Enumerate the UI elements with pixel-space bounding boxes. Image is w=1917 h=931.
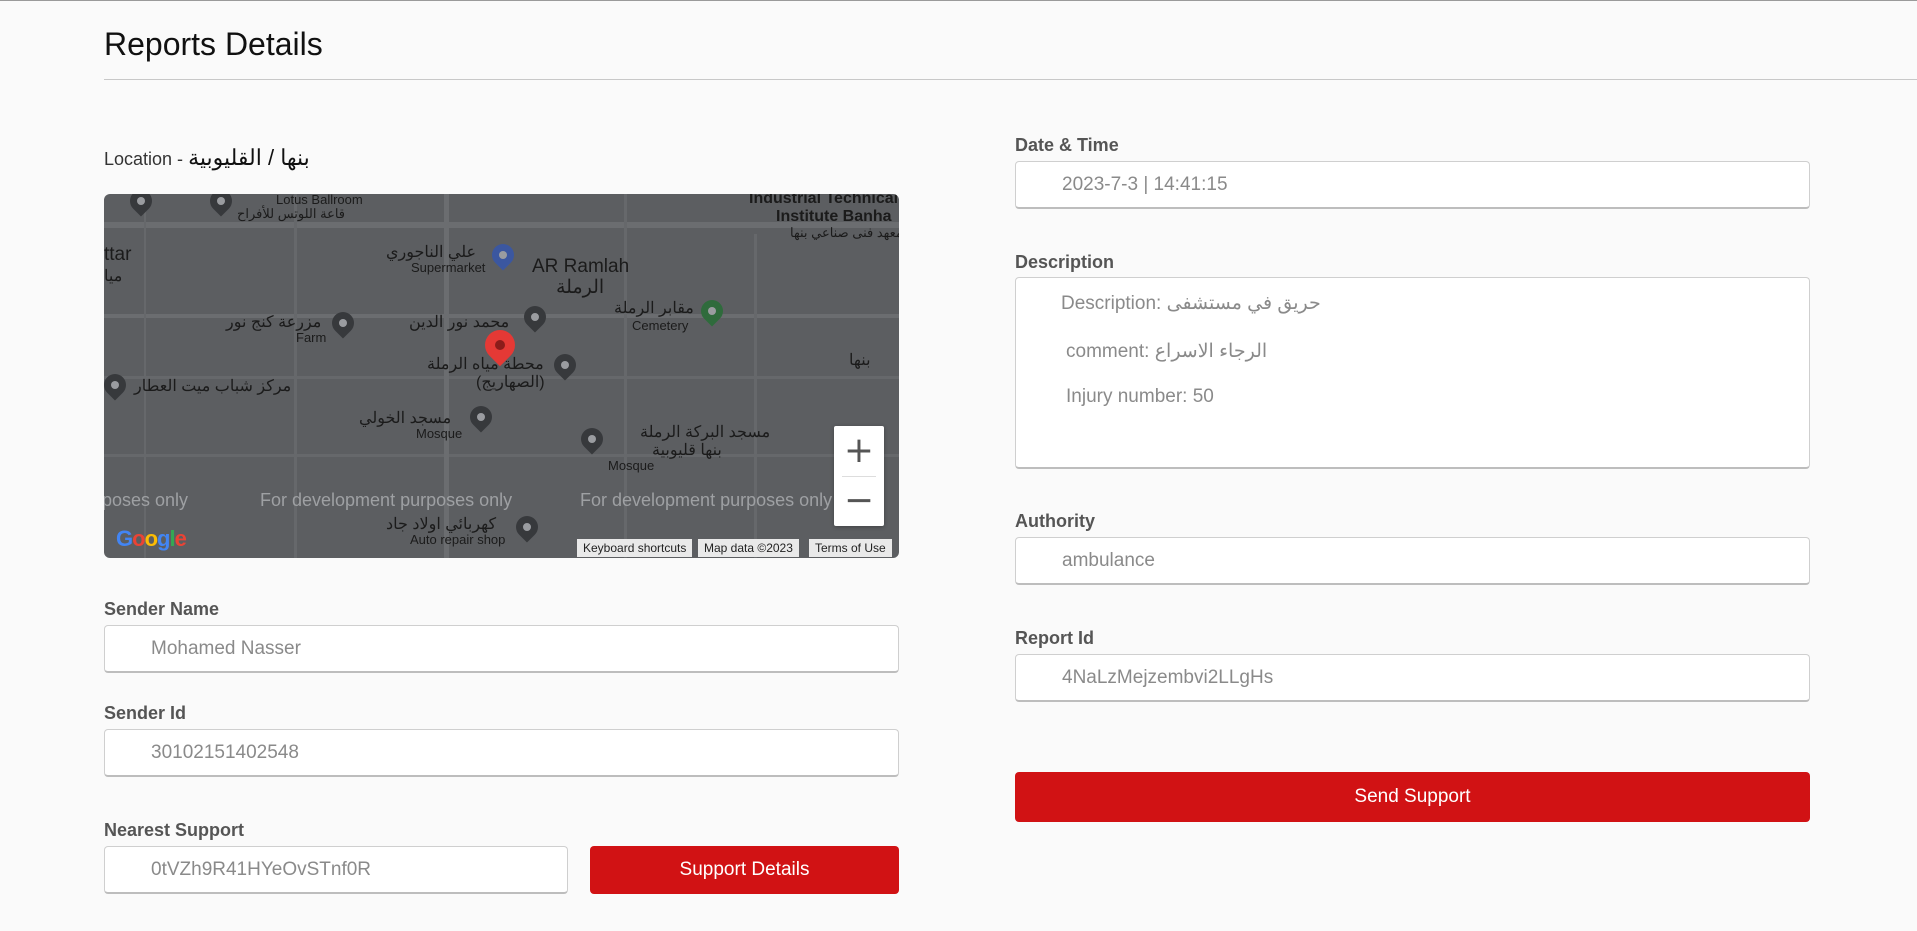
map-label: محطة مياه الرملة [427, 356, 544, 373]
map-label: مزرعة كنج نور [226, 314, 322, 331]
title-divider [104, 79, 1917, 80]
location-label: Location - بنها / القليوبية [104, 145, 310, 171]
map-label: Supermarket [411, 260, 486, 275]
map-label: مركز شباب ميت العطار [134, 378, 292, 395]
description-textarea[interactable]: Description: حريق في مستشفى comment: الر… [1015, 277, 1810, 469]
map-poi-icon [125, 194, 157, 217]
map-label: بنها [849, 352, 871, 369]
map-label: Auto repair shop [410, 532, 506, 547]
location-map[interactable]: Lotus Ballroom قاعة اللوتس للأفراح oli I… [104, 194, 899, 558]
top-divider [0, 0, 1917, 1]
map-poi-icon [511, 511, 543, 543]
map-label: علي الناجوري [386, 244, 477, 261]
keyboard-shortcuts-link[interactable]: Keyboard shortcuts [577, 539, 693, 557]
map-label: مقابر الرملة [614, 300, 694, 317]
map-label: معهد فنى صناعي بنها [790, 225, 899, 240]
location-prefix: Location - [104, 149, 189, 169]
google-logo-letter: e [174, 526, 187, 551]
map-watermark: For development purposes only [580, 490, 833, 510]
map-label: كهربائي اولاد جاد [386, 516, 497, 533]
map-label: مسجد الخولي [359, 410, 452, 427]
sender-id-label: Sender Id [104, 703, 187, 723]
map-label: Industrial Technical [749, 194, 899, 207]
report-id-field[interactable]: 4NaLzMejzembvi2LLgHs [1015, 654, 1810, 702]
map-label: ttar [104, 244, 132, 265]
support-details-button[interactable]: Support Details [590, 846, 899, 894]
map-poi-icon [104, 369, 131, 401]
map-label: Mosque [608, 458, 655, 473]
cemetery-icon [696, 295, 728, 327]
map-label: ميا [104, 268, 123, 285]
report-id-label: Report Id [1015, 628, 1094, 648]
map-label: (الصهاريج) [476, 374, 545, 391]
map-watermark: rposes only [104, 490, 189, 510]
nearest-support-label: Nearest Support [104, 820, 245, 840]
zoom-divider [842, 476, 876, 477]
google-logo[interactable]: Google [116, 526, 187, 552]
map-label: الرملة [556, 277, 605, 298]
sender-name-field[interactable]: Mohamed Nasser [104, 625, 899, 673]
map-label: Cemetery [632, 318, 689, 333]
sender-id-field[interactable]: 30102151402548 [104, 729, 899, 777]
map-watermark: For development purposes only [260, 490, 513, 510]
date-time-field[interactable]: 2023-7-3 | 14:41:15 [1015, 161, 1810, 209]
description-line: Description: حريق في مستشفى [1061, 293, 1321, 314]
send-support-button[interactable]: Send Support [1015, 772, 1810, 822]
map-label: محمد نور الدين [409, 314, 510, 331]
map-data-label: Map data ©2023 [698, 539, 799, 557]
google-logo-letter: g [157, 526, 170, 551]
nearest-support-field[interactable]: 0tVZh9R41HYeOvSTnf0R [104, 846, 568, 894]
terms-of-use-link[interactable]: Terms of Use [809, 539, 892, 557]
zoom-out-button[interactable]: − [834, 476, 884, 526]
date-time-label: Date & Time [1015, 135, 1119, 155]
zoom-in-button[interactable]: + [834, 426, 884, 476]
injury-number-line: Injury number: 50 [1066, 386, 1214, 407]
description-label: Description [1015, 252, 1115, 272]
map-zoom-control: + − [834, 426, 884, 526]
authority-field[interactable]: ambulance [1015, 537, 1810, 585]
comment-line: comment: الرجاء الاسراع [1066, 341, 1268, 362]
mosque-icon [576, 423, 608, 455]
sender-name-label: Sender Name [104, 599, 220, 619]
google-logo-letter: o [144, 526, 158, 551]
farm-icon [327, 307, 359, 339]
google-logo-letter: o [132, 526, 145, 551]
map-label: قاعة اللوتس للأفراح [237, 206, 346, 221]
location-value: بنها / القليوبية [188, 145, 310, 170]
map-poi-icon [519, 301, 551, 333]
google-logo-letter: G [116, 526, 133, 551]
authority-label: Authority [1015, 511, 1095, 531]
map-road [104, 454, 899, 457]
map-poi-icon [205, 194, 237, 217]
map-label: Institute Banha [776, 208, 892, 225]
map-label: Mosque [416, 426, 463, 441]
map-label: بنها قليوبية [652, 442, 722, 459]
map-label: AR Ramlah [532, 256, 630, 277]
map-label: مسجد البركة الرملة [640, 424, 771, 441]
page-title: Reports Details [104, 26, 323, 62]
mosque-icon [465, 401, 497, 433]
supermarket-icon [487, 239, 519, 271]
map-label: Farm [296, 330, 327, 345]
